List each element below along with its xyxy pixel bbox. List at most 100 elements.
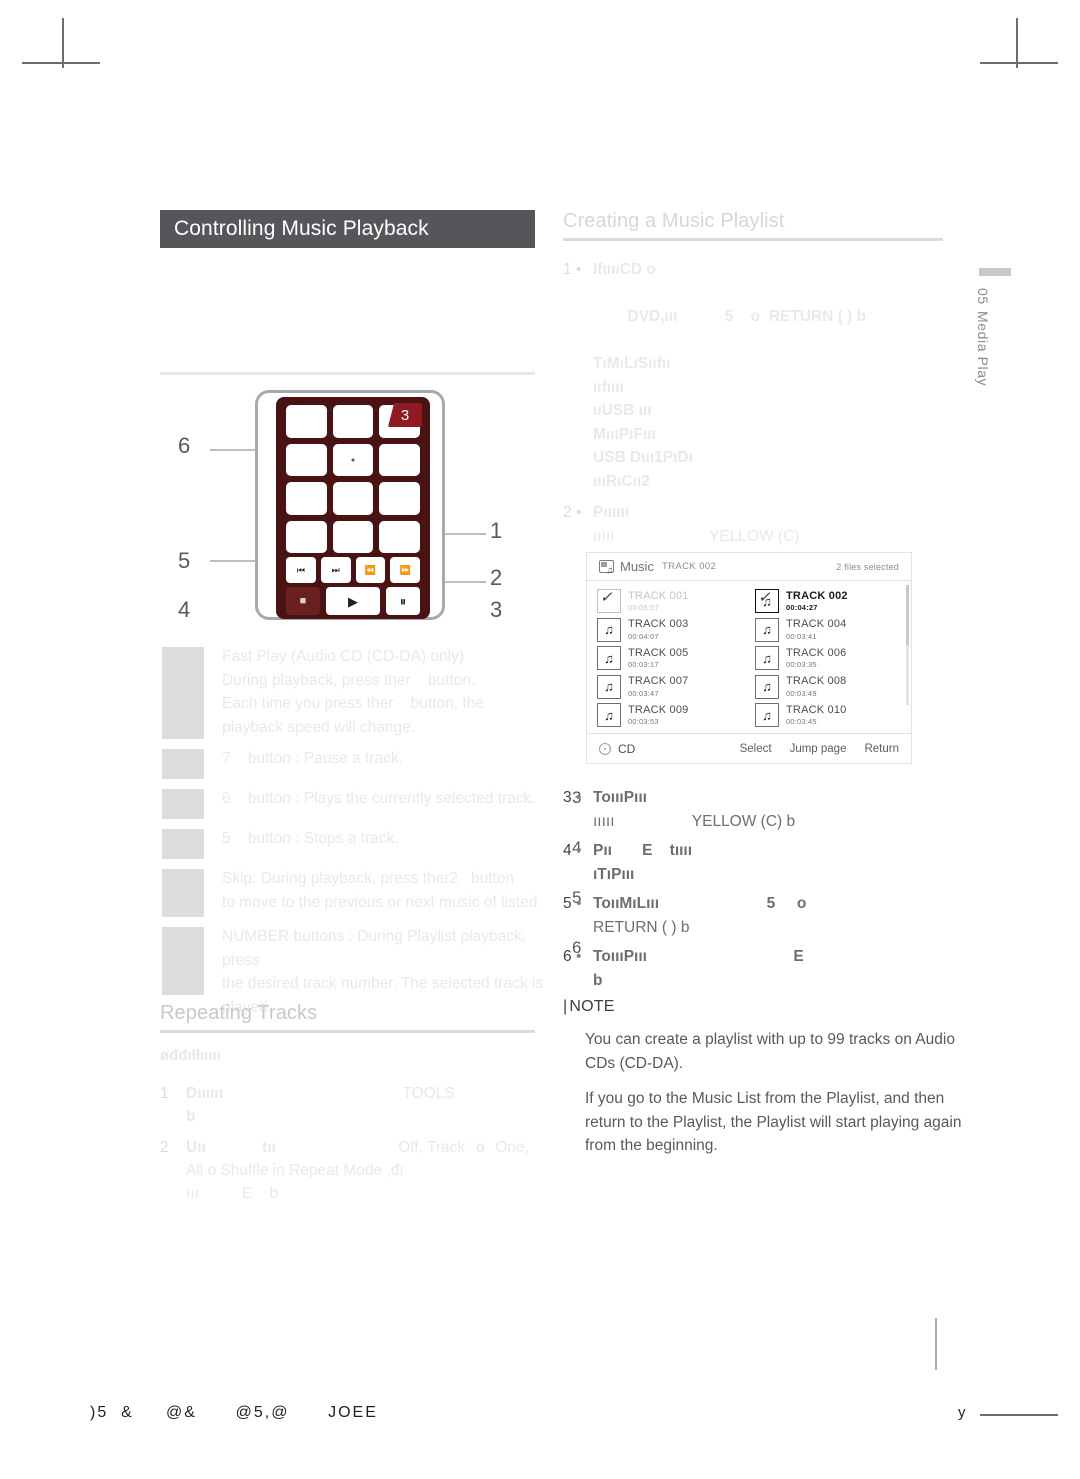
select-action[interactable]: Select <box>740 743 772 755</box>
track-music-note-icon[interactable]: ♫ <box>755 674 779 699</box>
playlist-step-6: 6 • ToıııPııı E b <box>563 945 963 992</box>
bullet-marker <box>160 925 206 997</box>
music-track-grid: ✓ TRACK 001 00:05:57 ♫ ✓ TRACK 002 00:04:… <box>587 581 911 733</box>
track-duration: 00:03:49 <box>786 688 817 698</box>
track-cell[interactable]: ♫ TRACK 010 00:03:45 <box>755 701 901 730</box>
pause-button[interactable]: ⏸ <box>386 587 420 615</box>
track-duration: 00:03:41 <box>786 631 817 641</box>
footer-vertical-rule <box>935 1318 937 1370</box>
track-cell[interactable]: ♫ TRACK 008 00:03:49 <box>755 673 901 702</box>
track-cell[interactable]: ♫ TRACK 006 00:03:35 <box>755 644 901 673</box>
track-music-note-icon[interactable]: ♫ <box>597 674 621 699</box>
track-cell[interactable]: ♫ TRACK 005 00:03:17 <box>597 644 743 673</box>
remote-control-figure: 6 5 4 1 2 3 ⏮ ⏭ ⏪ ⏩ ■ ▶ ⏸ 3 <box>160 385 540 630</box>
music-list-header: Music TRACK 002 2 files selected <box>587 553 911 581</box>
number-key[interactable] <box>332 405 374 438</box>
repeating-step-1-tail: b <box>186 1108 196 1125</box>
left-column-divider <box>160 372 535 375</box>
number-key[interactable] <box>286 405 327 438</box>
track-music-note-icon[interactable]: ♫ ✓ <box>755 589 779 614</box>
number-key[interactable] <box>286 482 327 515</box>
crop-mark-top-left-horizontal <box>22 62 100 64</box>
transport-key-row: ⏮ ⏭ ⏪ ⏩ <box>286 557 420 583</box>
number-key[interactable] <box>286 443 327 477</box>
playlist-step-1-number: 1 • <box>563 261 582 278</box>
repeating-step-1-bold: Dıııııı <box>186 1085 224 1102</box>
track-cell[interactable]: ♫ TRACK 009 00:03:53 <box>597 701 743 730</box>
track-duration: 00:03:47 <box>628 688 659 698</box>
number-key[interactable] <box>379 443 420 477</box>
function-key[interactable] <box>332 521 374 553</box>
bullet-text: 7 button : Pause a track. <box>222 750 403 767</box>
repeating-step-2-line3: ııı E b <box>186 1185 279 1202</box>
number-key[interactable] <box>379 482 420 515</box>
track-name: TRACK 005 <box>628 646 689 659</box>
footer-left-text: )5 & @& @5,@ JOEE <box>90 1404 378 1421</box>
note-heading-label: NOTE <box>569 998 615 1015</box>
playback-bullet-list: Fast Play (Audio CD (CD-DA) only) During… <box>160 645 560 1016</box>
chapter-tab-swatch <box>979 268 1011 276</box>
track-name: TRACK 001 <box>628 589 689 602</box>
source-label: CD <box>618 741 636 756</box>
chapter-tab-number: 05 <box>975 288 991 305</box>
next-track-button[interactable]: ⏭ <box>320 557 351 583</box>
track-music-note-icon[interactable]: ♫ <box>755 646 779 671</box>
track-music-note-icon[interactable]: ♫ <box>755 617 779 642</box>
jump-page-action[interactable]: Jump page <box>790 743 847 755</box>
music-list-scrollbar[interactable] <box>906 585 909 705</box>
track-cell[interactable]: ♫ TRACK 003 00:04:07 <box>597 616 743 645</box>
track-name: TRACK 009 <box>628 703 689 716</box>
function-key[interactable] <box>379 521 420 553</box>
track-name: TRACK 004 <box>786 618 847 631</box>
track-music-note-icon[interactable]: ♫ <box>597 703 621 728</box>
number-key[interactable] <box>332 482 374 515</box>
track-checkbox-icon[interactable]: ✓ <box>597 589 621 614</box>
playlist-step-4-number: 4 • <box>563 842 582 859</box>
number-key[interactable] <box>332 443 374 477</box>
play-button[interactable]: ▶ <box>326 587 380 615</box>
track-cell[interactable]: ♫ TRACK 007 00:03:47 <box>597 673 743 702</box>
callout-5: 5 <box>178 548 191 573</box>
chapter-tab-label: Media Play <box>975 310 991 387</box>
callout-4: 4 <box>178 597 191 622</box>
fast-forward-button[interactable]: ⏩ <box>390 557 420 583</box>
track-duration: 00:03:17 <box>628 660 659 670</box>
track-duration: 00:05:57 <box>628 603 659 613</box>
playlist-step-5-line-2: RETURN ( ) b <box>593 918 690 936</box>
track-name: TRACK 003 <box>628 618 689 631</box>
track-cell[interactable]: ♫ ✓ TRACK 002 00:04:27 <box>755 587 901 616</box>
return-action[interactable]: Return <box>864 743 899 755</box>
track-cell[interactable]: ♫ TRACK 004 00:03:41 <box>755 616 901 645</box>
playlist-step-1-line-7: USB Dııı1PıDı <box>593 449 693 466</box>
repeating-tracks-lead: øđđıłłııııı <box>160 1047 221 1064</box>
track-cell[interactable]: ✓ TRACK 001 00:05:57 <box>597 587 743 616</box>
track-music-note-icon[interactable]: ♫ <box>597 646 621 671</box>
callout-1: 1 <box>490 518 503 543</box>
track-music-note-icon[interactable]: ♫ <box>755 703 779 728</box>
track-duration: 00:04:27 <box>786 603 818 613</box>
list-item: Skip: During playback, press ther2 butto… <box>160 867 560 919</box>
rewind-button[interactable]: ⏪ <box>355 557 386 583</box>
repeating-step-2-options: Off, Track <box>398 1139 466 1156</box>
playlist-step-1: 1 • IfııııCD o DVD,ııı 5 o RETURN ( ) b … <box>563 258 963 493</box>
track-music-note-icon[interactable]: ♫ <box>597 617 621 642</box>
stop-button[interactable]: ■ <box>286 587 320 615</box>
bullet-text: 6 button : Plays the currently selected … <box>222 790 536 807</box>
secondary-key-row <box>286 521 420 553</box>
note-pipe: | <box>563 998 568 1015</box>
playlist-step-3-line-1: ToıııPııı <box>593 789 647 806</box>
previous-track-button[interactable]: ⏮ <box>286 557 316 583</box>
repeating-step-2-one: One, <box>495 1139 529 1156</box>
playlist-step-4: 4 • Pıı E tıııı ıTıPııı <box>563 839 963 886</box>
callout-6: 6 <box>178 433 191 458</box>
right-column: Creating a Music Playlist <box>563 210 943 241</box>
function-key[interactable] <box>286 521 327 553</box>
playlist-step-4-line-1: Pıı E tıııı <box>593 842 693 859</box>
repeating-step-2-number: 2 <box>160 1139 169 1156</box>
left-column: Controlling Music Playback <box>160 210 535 375</box>
crop-mark-top-right-vertical <box>1016 18 1018 68</box>
playlist-step-1-line-5: ııUSB ııı <box>593 402 652 419</box>
bullet-marker <box>160 787 206 821</box>
track-duration: 00:03:35 <box>786 660 817 670</box>
repeating-step-2-glyph: o <box>475 1139 485 1156</box>
